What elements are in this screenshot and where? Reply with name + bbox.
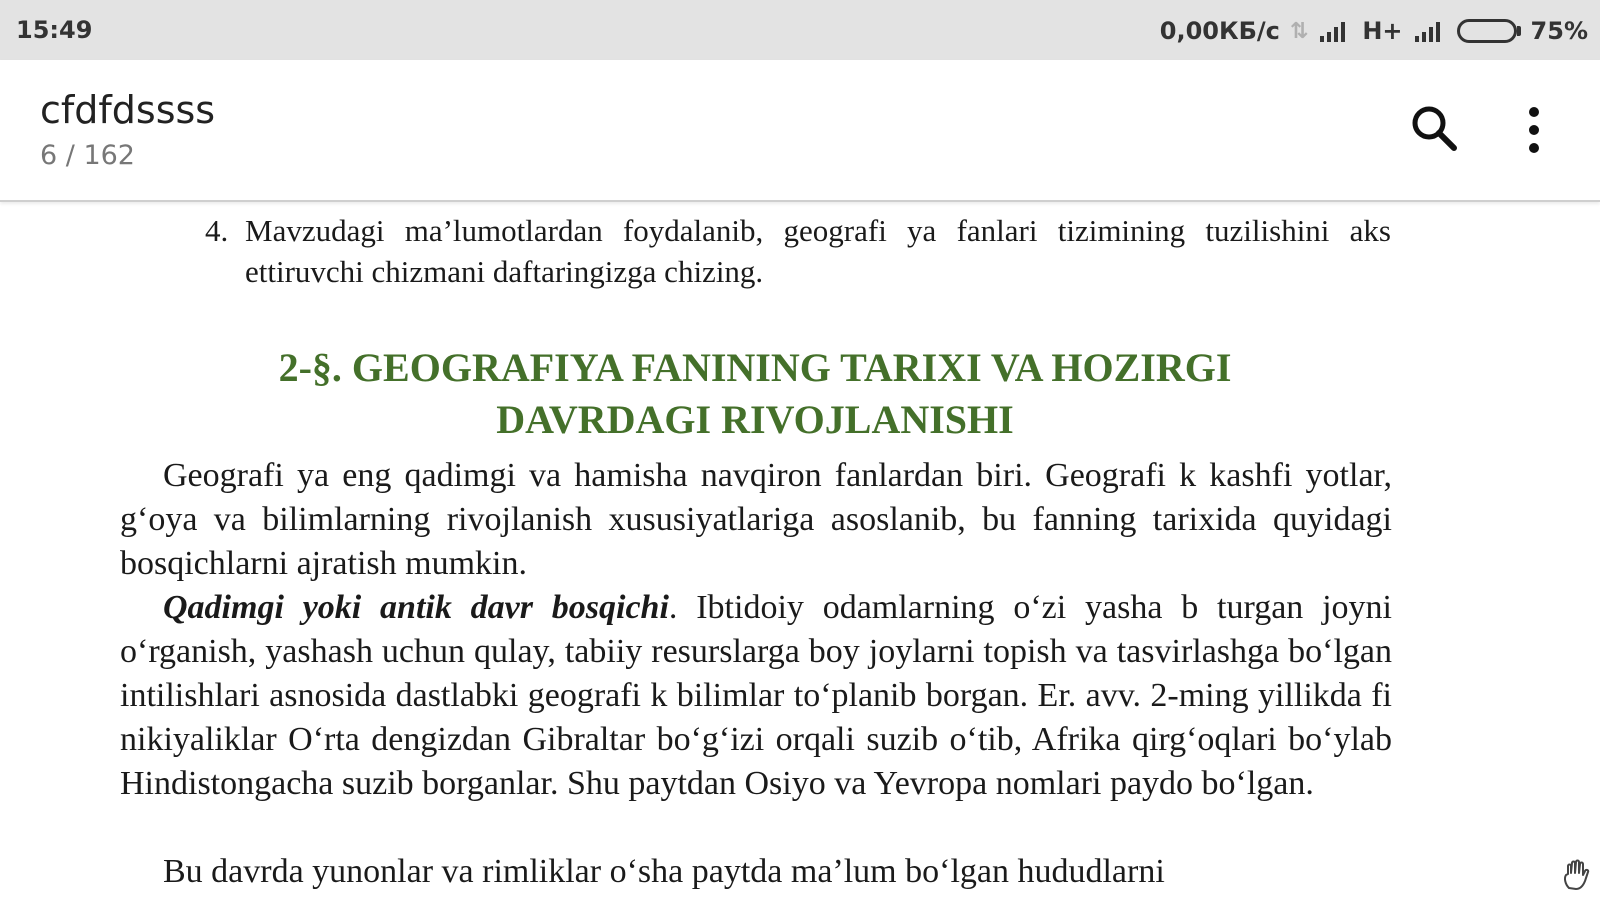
battery-icon [1456, 19, 1521, 43]
more-vert-icon[interactable] [1516, 104, 1552, 156]
network-type: H+ [1362, 17, 1403, 45]
search-icon[interactable] [1408, 102, 1462, 156]
status-indicators: 0,00КБ/с ⇅ H+ 75% [1160, 14, 1588, 48]
question-text: Mavzudagi ma’lumotlardan foydalanib, geo… [245, 213, 1391, 289]
paragraph-lead: Qadimgi yoki antik davr bosqichi [163, 589, 669, 626]
page-indicator: 6 / 162 [40, 140, 135, 171]
signal-icon [1320, 22, 1346, 42]
question-item: 4. Mavzudagi ma’lumotlardan foydalanib, … [205, 210, 1391, 292]
body-paragraph: Geografi ya eng qadimgi va hamisha navqi… [120, 457, 1392, 582]
signal-icon [1414, 22, 1440, 42]
hand-icon[interactable] [1560, 858, 1594, 892]
question-number: 4. [205, 213, 229, 248]
battery-percent: 75% [1530, 17, 1588, 45]
status-time: 15:49 [16, 16, 93, 44]
section-heading-line: 2-§. GEOGRAFIYA FANINING TARIXI VA HOZIR… [278, 345, 1232, 390]
section-heading: 2-§. GEOGRAFIYA FANINING TARIXI VA HOZIR… [120, 342, 1390, 446]
data-transfer-icon: ⇅ [1289, 18, 1309, 44]
network-speed: 0,00КБ/с [1159, 17, 1280, 45]
section-heading-line: DAVRDAGI RIVOJLANISHI [496, 397, 1014, 442]
document-page[interactable]: 4. Mavzudagi ma’lumotlardan foydalanib, … [0, 202, 1600, 900]
document-title: cfdfdssss [40, 88, 216, 132]
app-bar: cfdfdssss 6 / 162 [0, 60, 1600, 202]
body-paragraph: Bu davrda yunonlar va rimliklar o‘sha pa… [163, 853, 1165, 890]
status-bar: 15:49 0,00КБ/с ⇅ H+ 75% [0, 0, 1600, 60]
body-paragraph: Qadimgi yoki antik davr bosqichi. Ibtido… [120, 586, 1392, 806]
